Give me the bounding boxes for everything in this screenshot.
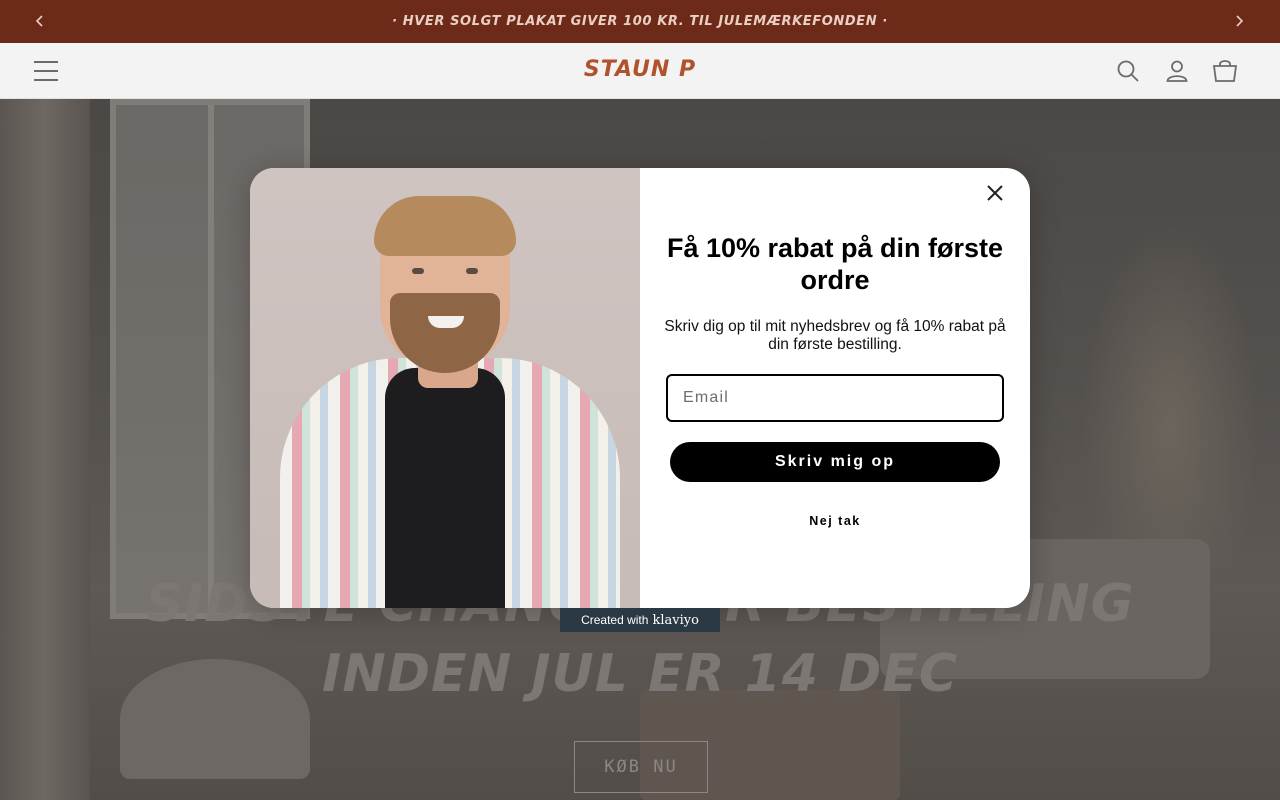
modal-title: Få 10% rabat på din første ordre [666, 233, 1004, 295]
announcement-bar: · HVER SOLGT PLAKAT GIVER 100 KR. TIL JU… [0, 0, 1280, 43]
signup-form: Få 10% rabat på din første ordre Skriv d… [640, 168, 1030, 608]
email-field[interactable] [666, 374, 1004, 422]
user-icon[interactable] [1162, 56, 1192, 86]
search-icon[interactable] [1113, 56, 1143, 86]
photo-eye [466, 268, 478, 274]
site-logo[interactable]: STAUN P [540, 57, 740, 82]
chevron-left-icon[interactable] [30, 11, 50, 31]
badge-brand: klaviyo [652, 612, 699, 628]
badge-prefix: Created with [581, 613, 649, 627]
modal-subtitle: Skriv dig op til mit nyhedsbrev og få 10… [664, 318, 1006, 353]
announcement-text: · HVER SOLGT PLAKAT GIVER 100 KR. TIL JU… [392, 14, 888, 29]
site-header: STAUN P [0, 43, 1280, 99]
modal-photo [250, 168, 640, 608]
window-bar [208, 105, 214, 613]
decline-link[interactable]: Nej tak [660, 514, 1010, 528]
cart-icon[interactable] [1210, 56, 1240, 86]
newsletter-modal: Få 10% rabat på din første ordre Skriv d… [250, 168, 1030, 608]
shop-now-button[interactable]: KØB NU [574, 741, 708, 793]
photo-tshirt [385, 368, 505, 608]
klaviyo-badge[interactable]: Created with klaviyo [560, 608, 720, 632]
hero-curtain [0, 99, 90, 800]
close-icon[interactable] [982, 180, 1008, 206]
subscribe-button[interactable]: Skriv mig op [670, 442, 1000, 482]
hamburger-menu-icon[interactable] [31, 56, 61, 86]
hero-pampas [1080, 219, 1260, 569]
chevron-right-icon[interactable] [1229, 11, 1249, 31]
photo-eye [412, 268, 424, 274]
photo-hair [374, 196, 516, 256]
